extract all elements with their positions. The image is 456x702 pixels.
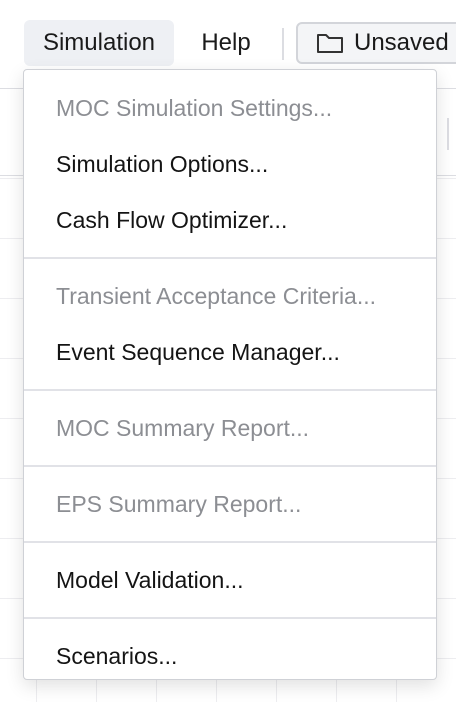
menu-divider (24, 541, 436, 543)
menu-item-transient-acceptance-criteria: Transient Acceptance Criteria... (56, 283, 377, 309)
menubar-separator (282, 28, 284, 60)
simulation-dropdown-menu: MOC Simulation Settings... Simulation Op… (23, 69, 437, 680)
menu-item-eps-summary-report: EPS Summary Report... (56, 491, 302, 517)
menu-item-scenarios[interactable]: Scenarios... (24, 628, 436, 684)
menu-simulation[interactable]: Simulation (24, 20, 174, 66)
menu-help[interactable]: Help (186, 20, 266, 66)
menu-divider (24, 257, 436, 259)
folder-icon (317, 34, 343, 53)
menu-item-event-sequence-manager[interactable]: Event Sequence Manager... (24, 324, 436, 380)
menu-divider (24, 389, 436, 391)
menu-item-cash-flow-optimizer[interactable]: Cash Flow Optimizer... (24, 192, 436, 248)
file-button-label: Unsaved (354, 29, 449, 56)
menu-divider (24, 465, 436, 467)
menu-item-simulation-options[interactable]: Simulation Options... (24, 136, 436, 192)
toolbar-separator (447, 118, 449, 150)
menu-item-moc-simulation-settings: MOC Simulation Settings... (56, 95, 333, 121)
menu-divider (24, 617, 436, 619)
file-button[interactable]: Unsaved (296, 22, 456, 64)
menu-item-model-validation[interactable]: Model Validation... (24, 552, 436, 608)
menu-item-moc-summary-report: MOC Summary Report... (56, 415, 310, 441)
